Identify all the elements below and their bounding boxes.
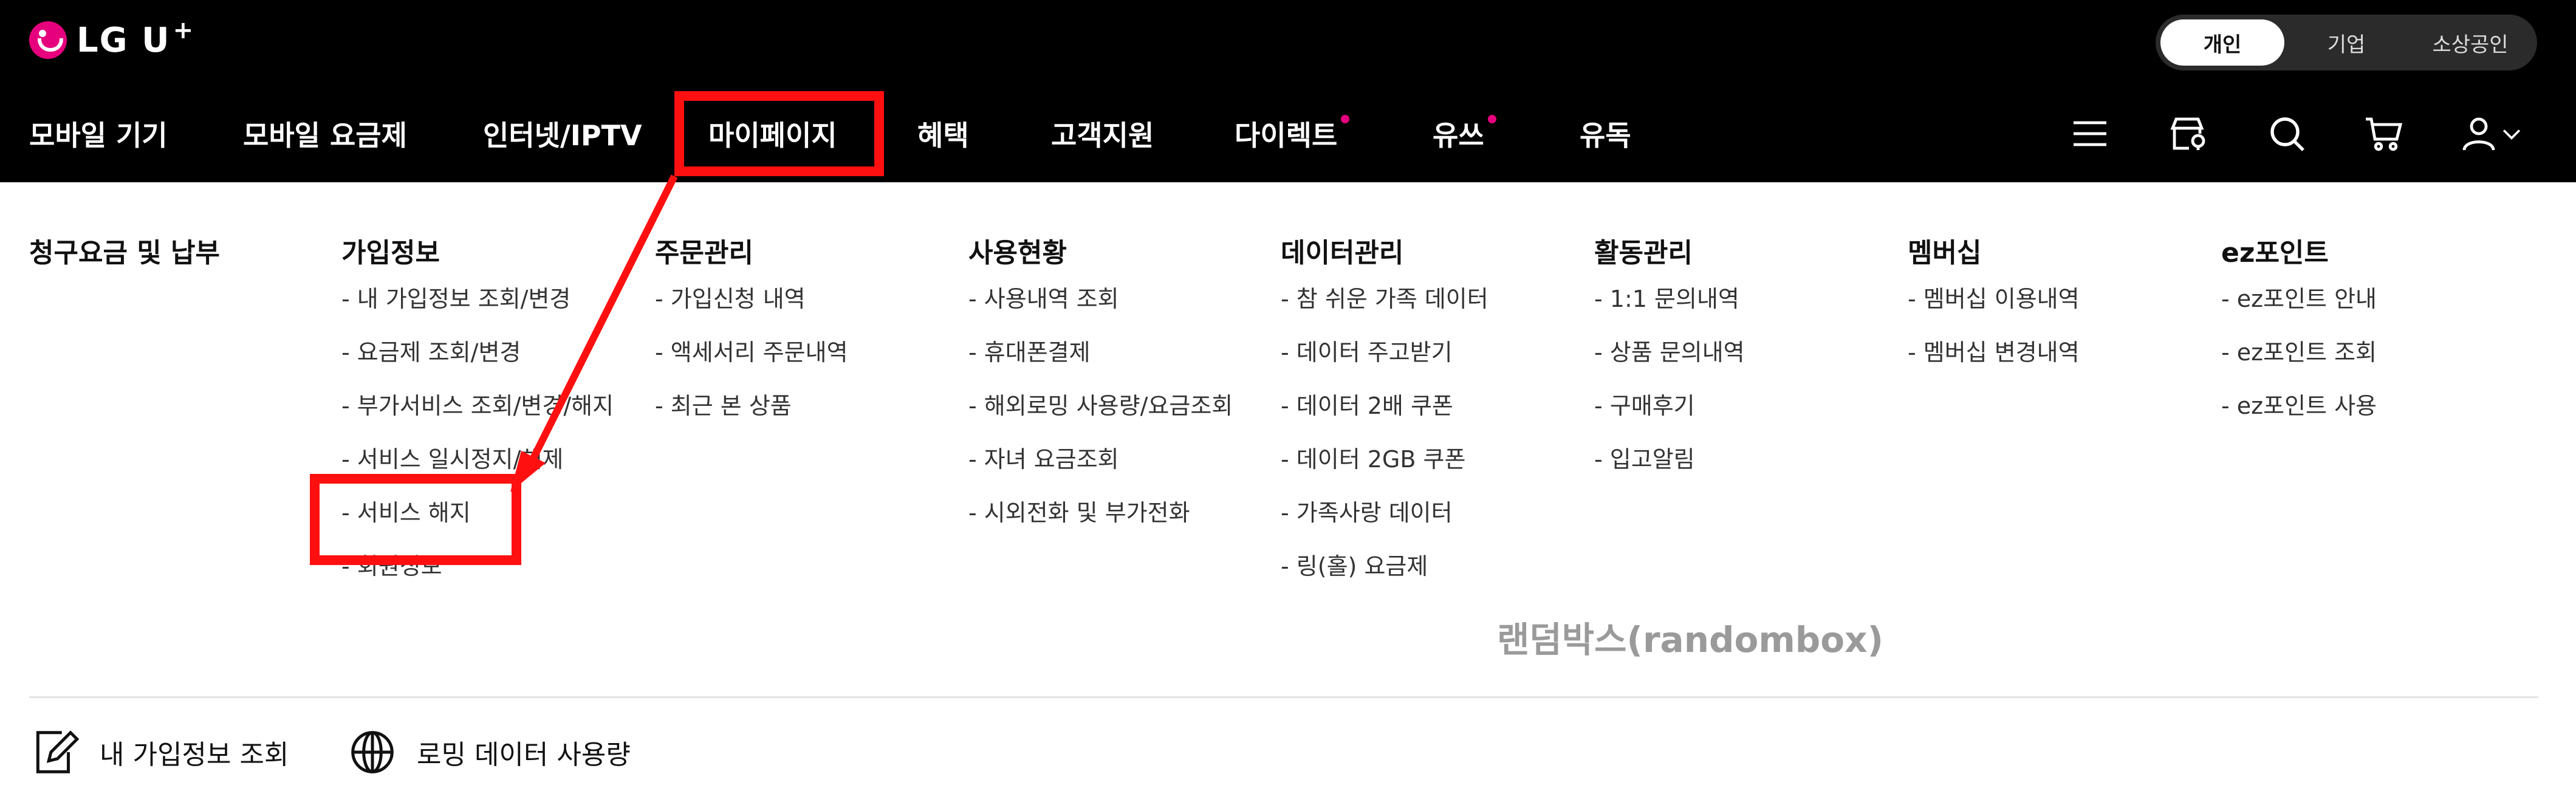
top-header: LG U + 개인 기업 소상공인 모바일 기기 모바일 요금제 인터넷/IPTV… bbox=[0, 0, 2576, 182]
random-box-label[interactable]: 랜덤박스(randombox) bbox=[1497, 611, 1883, 662]
quick-link-roaming-data[interactable]: 로밍 데이터 사용량 bbox=[346, 722, 631, 783]
cart-icon[interactable] bbox=[2360, 109, 2408, 158]
menu-col-orders: - 가입신청 내역 - 액세서리 주문내역 - 최근 본 상품 bbox=[655, 281, 848, 441]
menu-item[interactable]: - 입고알림 bbox=[1594, 441, 1745, 495]
menu-col-title-membership[interactable]: 멤버십 bbox=[1908, 231, 1981, 270]
menu-item[interactable]: - 사용내역 조회 bbox=[968, 281, 1233, 334]
menu-item[interactable]: - 액세서리 주문내역 bbox=[655, 334, 848, 388]
menu-item[interactable]: - ez포인트 조회 bbox=[2221, 334, 2377, 388]
nav-mobile-plans[interactable]: 모바일 요금제 bbox=[243, 103, 407, 164]
menu-item[interactable]: - 최근 본 상품 bbox=[655, 388, 848, 441]
nav-yudok[interactable]: 유독 bbox=[1580, 103, 1631, 164]
menu-item[interactable]: - 휴대폰결제 bbox=[968, 334, 1233, 388]
segment-business[interactable]: 기업 bbox=[2284, 19, 2408, 66]
menu-item[interactable]: - 상품 문의내역 bbox=[1594, 334, 1745, 388]
menu-item[interactable]: - 링(홀) 요금제 bbox=[1281, 548, 1488, 602]
segment-personal[interactable]: 개인 bbox=[2160, 19, 2284, 66]
lg-uplus-logo[interactable]: LG U + bbox=[29, 16, 195, 62]
nav-direct[interactable]: 다이렉트 bbox=[1235, 103, 1350, 164]
segment-small-business[interactable]: 소상공인 bbox=[2408, 19, 2532, 66]
menu-item[interactable]: - 멤버십 변경내역 bbox=[1908, 334, 2080, 388]
highlight-service-cancel-box bbox=[310, 474, 521, 565]
menu-item[interactable]: - 가입신청 내역 bbox=[655, 281, 848, 334]
menu-col-title-activity[interactable]: 활동관리 bbox=[1594, 231, 1693, 270]
highlight-mypage-box bbox=[674, 91, 884, 176]
menu-item[interactable]: - 멤버십 이용내역 bbox=[1908, 281, 2080, 334]
menu-item[interactable]: - 1:1 문의내역 bbox=[1594, 281, 1745, 334]
divider bbox=[29, 696, 2538, 698]
menu-item[interactable]: - ez포인트 사용 bbox=[2221, 388, 2377, 441]
menu-item[interactable]: - 시외전화 및 부가전화 bbox=[968, 495, 1233, 548]
nav-mobile-devices[interactable]: 모바일 기기 bbox=[29, 103, 168, 164]
new-dot-icon bbox=[1341, 115, 1350, 123]
menu-item[interactable]: - 가족사랑 데이터 bbox=[1281, 495, 1488, 548]
menu-col-title-subscription[interactable]: 가입정보 bbox=[341, 231, 440, 270]
quick-link-label: 내 가입정보 조회 bbox=[100, 739, 289, 770]
menu-icon[interactable] bbox=[2066, 109, 2114, 158]
logo-text: LG U + bbox=[77, 16, 195, 60]
chevron-down-icon[interactable] bbox=[2493, 109, 2530, 158]
menu-item[interactable]: - 데이터 주고받기 bbox=[1281, 334, 1488, 388]
new-dot-icon bbox=[1487, 115, 1496, 123]
store-icon[interactable] bbox=[2163, 109, 2211, 158]
quick-link-label: 로밍 데이터 사용량 bbox=[417, 739, 631, 770]
nav-customer-support[interactable]: 고객지원 bbox=[1051, 103, 1154, 164]
menu-item[interactable]: - 자녀 요금조회 bbox=[968, 441, 1233, 495]
customer-type-switch: 개인 기업 소상공인 bbox=[2156, 15, 2537, 70]
menu-item[interactable]: - 요금제 조회/변경 bbox=[341, 334, 614, 388]
menu-col-title-orders[interactable]: 주문관리 bbox=[655, 231, 753, 270]
menu-item[interactable]: - 해외로밍 사용량/요금조회 bbox=[968, 388, 1233, 441]
menu-col-data: - 참 쉬운 가족 데이터 - 데이터 주고받기 - 데이터 2배 쿠폰 - 데… bbox=[1281, 281, 1488, 602]
menu-col-ezpoint: - ez포인트 안내 - ez포인트 조회 - ez포인트 사용 bbox=[2221, 281, 2377, 441]
menu-item[interactable]: - 내 가입정보 조회/변경 bbox=[341, 281, 614, 334]
nav-benefits[interactable]: 혜택 bbox=[917, 103, 969, 164]
menu-col-activity: - 1:1 문의내역 - 상품 문의내역 - 구매후기 - 입고알림 bbox=[1594, 281, 1745, 495]
menu-item[interactable]: - 데이터 2GB 쿠폰 bbox=[1281, 441, 1488, 495]
nav-internet-iptv[interactable]: 인터넷/IPTV bbox=[483, 103, 642, 164]
quick-link-subscription-info[interactable]: 내 가입정보 조회 bbox=[29, 722, 289, 783]
menu-col-title-usage[interactable]: 사용현황 bbox=[968, 231, 1067, 270]
lg-logo-icon bbox=[29, 21, 67, 59]
menu-item[interactable]: - 참 쉬운 가족 데이터 bbox=[1281, 281, 1488, 334]
menu-col-title-billing[interactable]: 청구요금 및 납부 bbox=[29, 231, 220, 270]
nav-youth[interactable]: 유쓰 bbox=[1433, 103, 1496, 164]
menu-col-title-ezpoint[interactable]: ez포인트 bbox=[2221, 231, 2329, 270]
menu-item[interactable]: - ez포인트 안내 bbox=[2221, 281, 2377, 334]
globe-icon bbox=[351, 731, 394, 773]
edit-document-icon bbox=[36, 730, 80, 773]
menu-col-title-data[interactable]: 데이터관리 bbox=[1281, 231, 1403, 270]
menu-item[interactable]: - 구매후기 bbox=[1594, 388, 1745, 441]
menu-col-membership: - 멤버십 이용내역 - 멤버십 변경내역 bbox=[1908, 281, 2080, 388]
search-icon[interactable] bbox=[2263, 109, 2311, 158]
menu-col-usage: - 사용내역 조회 - 휴대폰결제 - 해외로밍 사용량/요금조회 - 자녀 요… bbox=[968, 281, 1233, 548]
menu-item[interactable]: - 데이터 2배 쿠폰 bbox=[1281, 388, 1488, 441]
menu-item[interactable]: - 부가서비스 조회/변경/해지 bbox=[341, 388, 614, 441]
